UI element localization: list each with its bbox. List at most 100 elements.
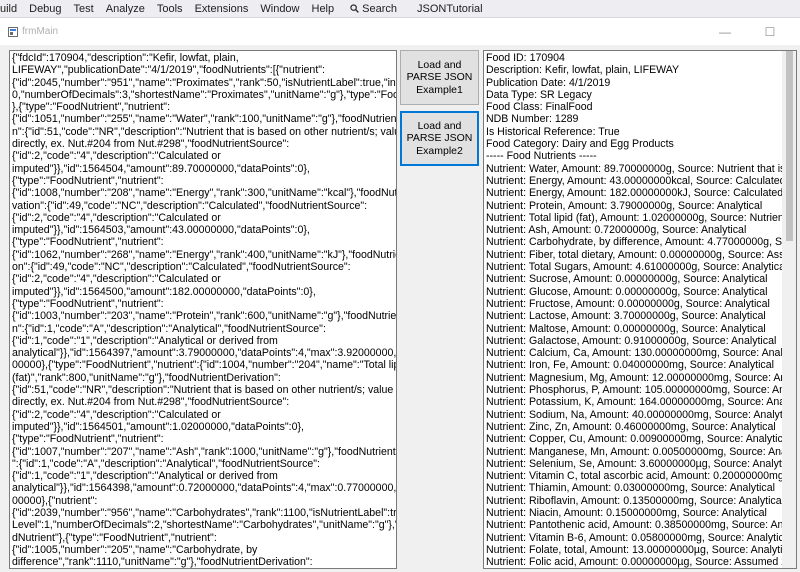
json-text-line: difference","rank":1110,"unitName":"g"},… xyxy=(12,556,313,569)
menu-debug[interactable]: Debug xyxy=(23,3,67,15)
list-item[interactable]: Nutrient: Folate, total, Amount: 13.0000… xyxy=(486,544,782,556)
json-text-line: ":{"id":1,"code":"A","description":"Anal… xyxy=(12,457,320,470)
menu-tools[interactable]: Tools xyxy=(151,3,189,15)
menu-build[interactable]: uild xyxy=(0,3,23,15)
list-item[interactable]: ----- Food Nutrients ----- xyxy=(486,150,782,162)
json-text-line: {"type":"FoodNutrient","nutrient": xyxy=(12,236,164,249)
list-item[interactable]: Nutrient: Thiamin, Amount: 0.03000000mg,… xyxy=(486,482,782,494)
maximize-button[interactable]: ☐ xyxy=(755,23,785,41)
json-text-line: n":{"id":1,"code":"A","description":"Ana… xyxy=(12,322,326,335)
list-item[interactable]: Nutrient: Niacin, Amount: 0.15000000mg, … xyxy=(486,507,782,519)
json-text-line: vation":{"id":49,"code":"NC","descriptio… xyxy=(12,199,368,212)
json-text-line: {"fdcId":170904,"description":"Kefir, lo… xyxy=(12,52,239,64)
json-text-line: dNutrient"},{"type":"FoodNutrient","nutr… xyxy=(12,531,217,544)
menu-help[interactable]: Help xyxy=(306,3,341,15)
results-list: Food ID: 170904 Description: Kefir, lowfa… xyxy=(486,52,782,568)
menu-extensions[interactable]: Extensions xyxy=(189,3,255,15)
list-item[interactable]: Publication Date: 4/1/2019 xyxy=(486,77,782,89)
list-item[interactable]: Nutrient: Pantothenic acid, Amount: 0.38… xyxy=(486,519,782,531)
vs-menu-bar: uild Debug Test Analyze Tools Extensions… xyxy=(0,0,800,18)
app-icon xyxy=(8,27,18,37)
minimize-button[interactable]: — xyxy=(710,23,740,41)
json-text-line: n":{"id":51,"code":"NR","description":"N… xyxy=(12,125,397,138)
json-textbox[interactable]: {"fdcId":170904,"description":"Kefir, lo… xyxy=(9,50,397,569)
list-item[interactable]: Nutrient: Energy, Amount: 43.00000000kca… xyxy=(486,175,782,187)
list-item[interactable]: Nutrient: Galactose, Amount: 0.91000000g… xyxy=(486,335,782,347)
list-item[interactable]: Nutrient: Calcium, Ca, Amount: 130.00000… xyxy=(486,347,782,359)
list-item[interactable]: Nutrient: Magnesium, Mg, Amount: 12.0000… xyxy=(486,372,782,384)
list-item[interactable]: Nutrient: Phosphorus, P, Amount: 105.000… xyxy=(486,384,782,396)
list-item[interactable]: Nutrient: Maltose, Amount: 0.00000000g, … xyxy=(486,323,782,335)
list-item[interactable]: Nutrient: Folic acid, Amount: 0.00000000… xyxy=(486,556,782,568)
list-item[interactable]: Nutrient: Lactose, Amount: 3.70000000g, … xyxy=(486,310,782,322)
list-item[interactable]: Nutrient: Manganese, Mn, Amount: 0.00500… xyxy=(486,446,782,458)
json-text-line: 00000},{"nutrient": xyxy=(12,494,98,507)
list-item[interactable]: Nutrient: Copper, Cu, Amount: 0.00900000… xyxy=(486,433,782,445)
results-vertical-scrollbar[interactable] xyxy=(782,51,796,568)
list-item[interactable]: NDB Number: 1289 xyxy=(486,113,782,125)
list-item[interactable]: Nutrient: Carbohydrate, by difference, A… xyxy=(486,236,782,248)
json-text-line: {"id":1008,"number":"208","name":"Energy… xyxy=(12,187,397,200)
results-listbox[interactable]: Food ID: 170904 Description: Kefir, lowfa… xyxy=(483,50,797,569)
json-text-line: {"id":2045,"number":"951","name":"Proxim… xyxy=(12,76,396,89)
json-text-line: imputed"}},"id":1564504,"amount":89.7000… xyxy=(12,162,310,175)
list-item[interactable]: Nutrient: Iron, Fe, Amount: 0.04000000mg… xyxy=(486,359,782,371)
list-item[interactable]: Nutrient: Total lipid (fat), Amount: 1.0… xyxy=(486,212,782,224)
json-text-line: on":{"id":49,"code":"NC","description":"… xyxy=(12,261,351,274)
list-item[interactable]: Nutrient: Vitamin C, total ascorbic acid… xyxy=(486,470,782,482)
list-item[interactable]: Nutrient: Protein, Amount: 3.79000000g, … xyxy=(486,200,782,212)
json-text-line: {"id":1,"code":"1","description":"Analyt… xyxy=(12,470,278,483)
list-item[interactable]: Nutrient: Potassium, K, Amount: 164.0000… xyxy=(486,396,782,408)
search-icon xyxy=(350,4,359,13)
json-text-line: imputed"}},"id":1564501,"amount":1.02000… xyxy=(12,420,304,433)
menu-test[interactable]: Test xyxy=(68,3,100,15)
json-text-line: imputed"}},"id":1564500,"amount":182.000… xyxy=(12,285,316,298)
list-item[interactable]: Nutrient: Vitamin B-6, Amount: 0.0580000… xyxy=(486,532,782,544)
list-item[interactable]: Nutrient: Fructose, Amount: 0.00000000g,… xyxy=(486,298,782,310)
list-item[interactable]: Nutrient: Riboflavin, Amount: 0.13500000… xyxy=(486,495,782,507)
form-client-area: {"fdcId":170904,"description":"Kefir, lo… xyxy=(0,45,800,572)
list-item[interactable]: Nutrient: Ash, Amount: 0.72000000g, Sour… xyxy=(486,224,782,236)
list-item[interactable]: Description: Kefir, lowfat, plain, LIFEW… xyxy=(486,64,782,76)
list-item[interactable]: Is Historical Reference: True xyxy=(486,126,782,138)
list-item[interactable]: Food ID: 170904 xyxy=(486,52,782,64)
list-item[interactable]: Food Class: FinalFood xyxy=(486,101,782,113)
list-item[interactable]: Food Category: Dairy and Egg Products xyxy=(486,138,782,150)
list-item[interactable]: Nutrient: Sodium, Na, Amount: 40.0000000… xyxy=(486,409,782,421)
json-text-line: {"id":1005,"number":"205","name":"Carboh… xyxy=(12,543,258,556)
json-text-line: (fat)","rank":800,"unitName":"g"},"foodN… xyxy=(12,371,281,384)
json-text-line: {"id":2,"code":"4","description":"Calcul… xyxy=(12,273,221,286)
json-text-line: 00000},{"type":"FoodNutrient","nutrient"… xyxy=(12,359,397,372)
json-text-line: {"id":1062,"number":"268","name":"Energy… xyxy=(12,248,396,261)
menu-analyze[interactable]: Analyze xyxy=(100,3,151,15)
load-parse-json-example1-button[interactable]: Load and PARSE JSON Example1 xyxy=(400,50,479,105)
json-text-line: imputed"}},"id":1564503,"amount":43.0000… xyxy=(12,224,310,237)
list-item[interactable]: Nutrient: Energy, Amount: 182.00000000kJ… xyxy=(486,187,782,199)
list-item[interactable]: Nutrient: Selenium, Se, Amount: 3.600000… xyxy=(486,458,782,470)
list-item[interactable]: Nutrient: Sucrose, Amount: 0.00000000g, … xyxy=(486,273,782,285)
list-item[interactable]: Data Type: SR Legacy xyxy=(486,89,782,101)
json-text-line: {"id":51,"code":"NR","description":"Nutr… xyxy=(12,384,397,397)
list-item[interactable]: Nutrient: Total Sugars, Amount: 4.610000… xyxy=(486,261,782,273)
search-box[interactable]: Search xyxy=(340,3,403,15)
load-parse-json-example2-button[interactable]: Load and PARSE JSON Example2 xyxy=(400,111,479,166)
json-text-line: {"id":1051,"number":"255","name":"Water"… xyxy=(12,113,397,126)
json-text-line: {"id":1007,"number":"207","name":"Ash","… xyxy=(12,445,396,458)
json-text-line: {"id":2039,"number":"956","name":"Carboh… xyxy=(12,506,397,519)
json-text-line: {"id":1,"code":"1","description":"Analyt… xyxy=(12,334,278,347)
list-item[interactable]: Nutrient: Water, Amount: 89.70000000g, S… xyxy=(486,163,782,175)
json-text-line: directly, ex. Nut.#204 from Nut.#298","f… xyxy=(12,138,290,151)
results-scroll-thumb[interactable] xyxy=(786,51,793,241)
list-item[interactable]: Nutrient: Fiber, total dietary, Amount: … xyxy=(486,249,782,261)
json-text-content: {"fdcId":170904,"description":"Kefir, lo… xyxy=(12,52,397,569)
json-text-line: Level":1,"numberOfDecimals":2,"shortestN… xyxy=(12,519,396,532)
json-text-line: analytical"}},"id":1564398,"amount":0.72… xyxy=(12,482,397,495)
json-text-line: },{"type":"FoodNutrient","nutrient": xyxy=(12,101,171,114)
json-text-line: {"type":"FoodNutrient","nutrient": xyxy=(12,433,164,446)
list-item[interactable]: Nutrient: Zinc, Zn, Amount: 0.46000000mg… xyxy=(486,421,782,433)
list-item[interactable]: Nutrient: Glucose, Amount: 0.00000000g, … xyxy=(486,286,782,298)
json-text-line: analytical"}},"id":1564397,"amount":3.79… xyxy=(12,347,397,360)
json-text-line: {"type":"FoodNutrient","nutrient": xyxy=(12,174,164,187)
menu-window[interactable]: Window xyxy=(254,3,305,15)
window-title: frmMain xyxy=(22,26,59,37)
